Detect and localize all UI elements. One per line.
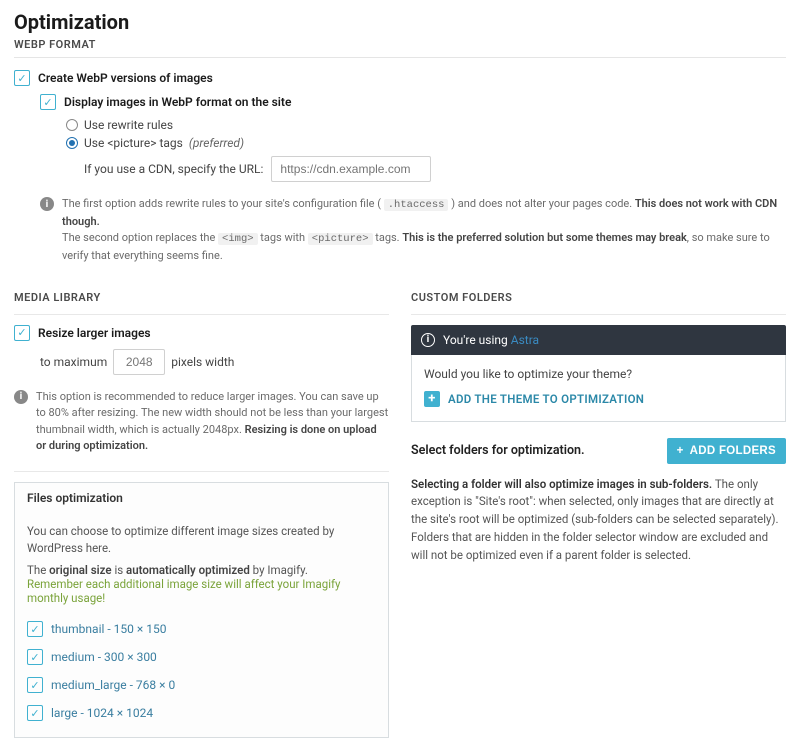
picture-tags-label: Use <picture> tags <box>84 136 183 150</box>
webp-section-label: WEBP FORMAT <box>14 38 786 51</box>
resize-label: Resize larger images <box>38 326 151 340</box>
resize-checkbox[interactable] <box>14 325 30 341</box>
files-optimization-header: Files optimization <box>14 482 389 513</box>
rewrite-rules-radio[interactable] <box>66 119 78 131</box>
size-item: medium - 300 × 300 <box>27 643 376 671</box>
webp-info-text: The first option adds rewrite rules to y… <box>62 196 786 265</box>
files-optimization-desc: You can choose to optimize different ima… <box>27 523 376 558</box>
plus-icon: + <box>677 445 684 457</box>
divider <box>14 57 786 58</box>
size-label: large - 1024 × 1024 <box>51 706 153 720</box>
divider <box>14 314 389 315</box>
picture-tags-radio[interactable] <box>66 137 78 149</box>
create-webp-checkbox[interactable] <box>14 70 30 86</box>
to-maximum-label: to maximum <box>40 355 107 369</box>
size-label: medium_large - 768 × 0 <box>51 678 175 692</box>
rewrite-rules-label: Use rewrite rules <box>84 118 173 132</box>
size-item: medium_large - 768 × 0 <box>27 671 376 699</box>
custom-folders-section-label: CUSTOM FOLDERS <box>411 291 786 304</box>
info-icon: i <box>14 390 28 404</box>
size-item: large - 1024 × 1024 <box>27 699 376 727</box>
add-theme-button[interactable]: + ADD THE THEME TO OPTIMIZATION <box>424 391 773 407</box>
display-webp-label: Display images in WebP format on the sit… <box>64 95 291 109</box>
size-item: thumbnail - 150 × 150 <box>27 615 376 643</box>
create-webp-label: Create WebP versions of images <box>38 71 213 85</box>
page-title: Optimization <box>14 10 786 34</box>
files-auto-line: The original size is automatically optim… <box>27 563 376 577</box>
size-checkbox[interactable] <box>27 649 43 665</box>
theme-bar: i You're using Astra <box>411 325 786 355</box>
plus-icon: + <box>424 391 440 407</box>
add-folders-button[interactable]: + ADD FOLDERS <box>667 438 786 464</box>
preferred-hint: (preferred) <box>189 136 244 150</box>
info-icon: i <box>40 197 54 211</box>
cdn-label: If you use a CDN, specify the URL: <box>84 162 263 176</box>
max-width-input[interactable] <box>113 349 165 375</box>
divider <box>14 471 389 472</box>
files-warning: Remember each additional image size will… <box>27 577 376 605</box>
select-folders-label: Select folders for optimization. <box>411 443 585 458</box>
size-label: medium - 300 × 300 <box>51 650 157 664</box>
display-webp-checkbox[interactable] <box>40 94 56 110</box>
optimize-theme-question: Would you like to optimize your theme? <box>424 367 773 381</box>
resize-info-text: This option is recommended to reduce lar… <box>36 389 389 455</box>
info-icon: i <box>421 333 435 347</box>
media-section-label: MEDIA LIBRARY <box>14 291 389 304</box>
pixels-width-label: pixels width <box>171 355 234 369</box>
size-checkbox[interactable] <box>27 677 43 693</box>
divider <box>411 314 786 315</box>
size-checkbox[interactable] <box>27 705 43 721</box>
size-label: thumbnail - 150 × 150 <box>51 622 167 636</box>
size-checkbox[interactable] <box>27 621 43 637</box>
folder-description: Selecting a folder will also optimize im… <box>411 476 786 565</box>
cdn-url-input[interactable] <box>271 156 431 182</box>
theme-link[interactable]: Astra <box>511 333 539 347</box>
